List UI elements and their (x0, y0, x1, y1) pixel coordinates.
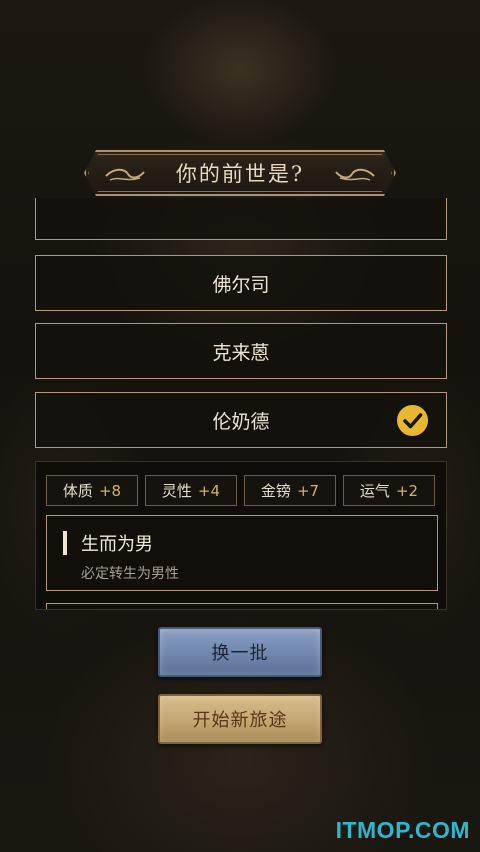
refresh-button[interactable]: 换一批 (158, 627, 322, 677)
stat-spirit: 灵性 +4 (145, 475, 237, 506)
trait-name: 生而为男 (81, 534, 153, 555)
trait-description: 必定转生为男性 (81, 566, 179, 582)
stat-pounds: 金镑 +7 (244, 475, 336, 506)
stat-value: +2 (395, 481, 419, 500)
option-item-selected[interactable]: 伦奶德 (35, 392, 447, 448)
option-label: 佛尔司 (212, 273, 270, 296)
watermark: ITMOP.COM (335, 817, 470, 843)
option-item[interactable]: 克来蒽 (35, 323, 447, 379)
stat-name: 金镑 (260, 482, 291, 500)
start-journey-button[interactable]: 开始新旅途 (158, 694, 322, 744)
stat-name: 体质 (62, 482, 93, 500)
stat-luck: 运气 +2 (343, 475, 435, 506)
stat-value: +4 (197, 481, 221, 500)
stat-name: 灵性 (161, 482, 192, 500)
option-label: 克来蒽 (212, 341, 270, 364)
stat-name: 运气 (359, 482, 390, 500)
check-circle-icon (397, 405, 428, 436)
attributes-panel: 体质 +8 灵性 +4 金镑 +7 运气 +2 生而为男 必定转生为男性 (35, 461, 447, 610)
stat-constitution: 体质 +8 (46, 475, 138, 506)
option-label: 伦奶德 (212, 410, 270, 433)
option-item[interactable] (35, 198, 447, 240)
option-list[interactable]: 佛尔司 克来蒽 伦奶德 (0, 198, 480, 450)
stat-value: +8 (98, 481, 122, 500)
option-item[interactable]: 佛尔司 (35, 255, 447, 311)
trait-marker (63, 531, 67, 555)
trait-card[interactable] (46, 603, 438, 609)
trait-card[interactable]: 生而为男 必定转生为男性 (46, 515, 438, 591)
stat-value: +7 (296, 481, 320, 500)
page-title: 你的前世是? (175, 162, 305, 186)
